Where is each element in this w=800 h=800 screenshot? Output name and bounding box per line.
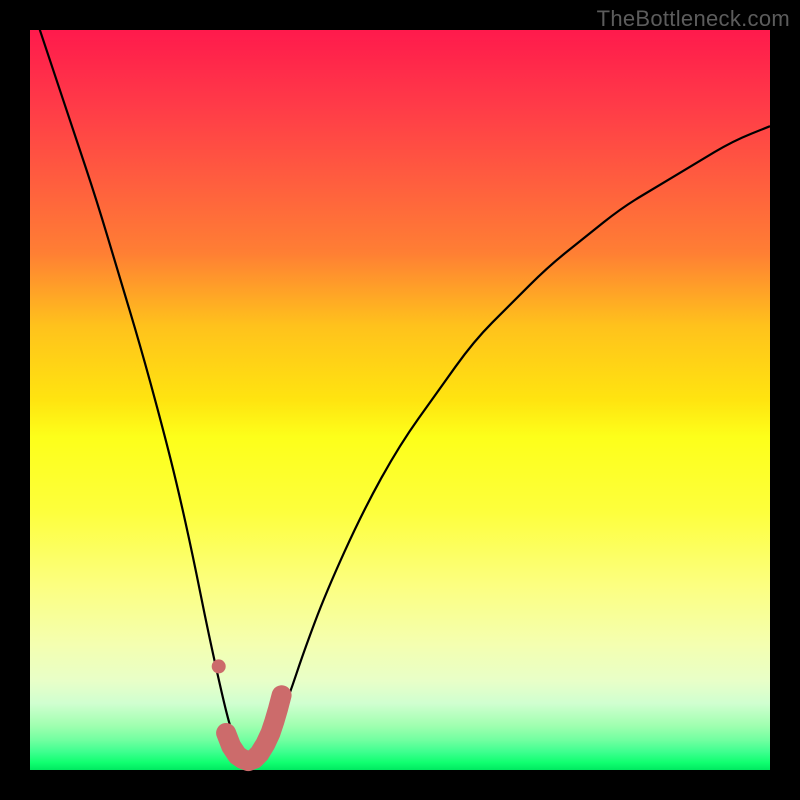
marker-dot xyxy=(212,659,226,673)
watermark-text: TheBottleneck.com xyxy=(597,6,790,32)
marker-bottom-segment xyxy=(226,695,282,761)
bottleneck-curve xyxy=(30,0,770,760)
chart-plot-area xyxy=(30,30,770,770)
chart-svg xyxy=(30,30,770,770)
